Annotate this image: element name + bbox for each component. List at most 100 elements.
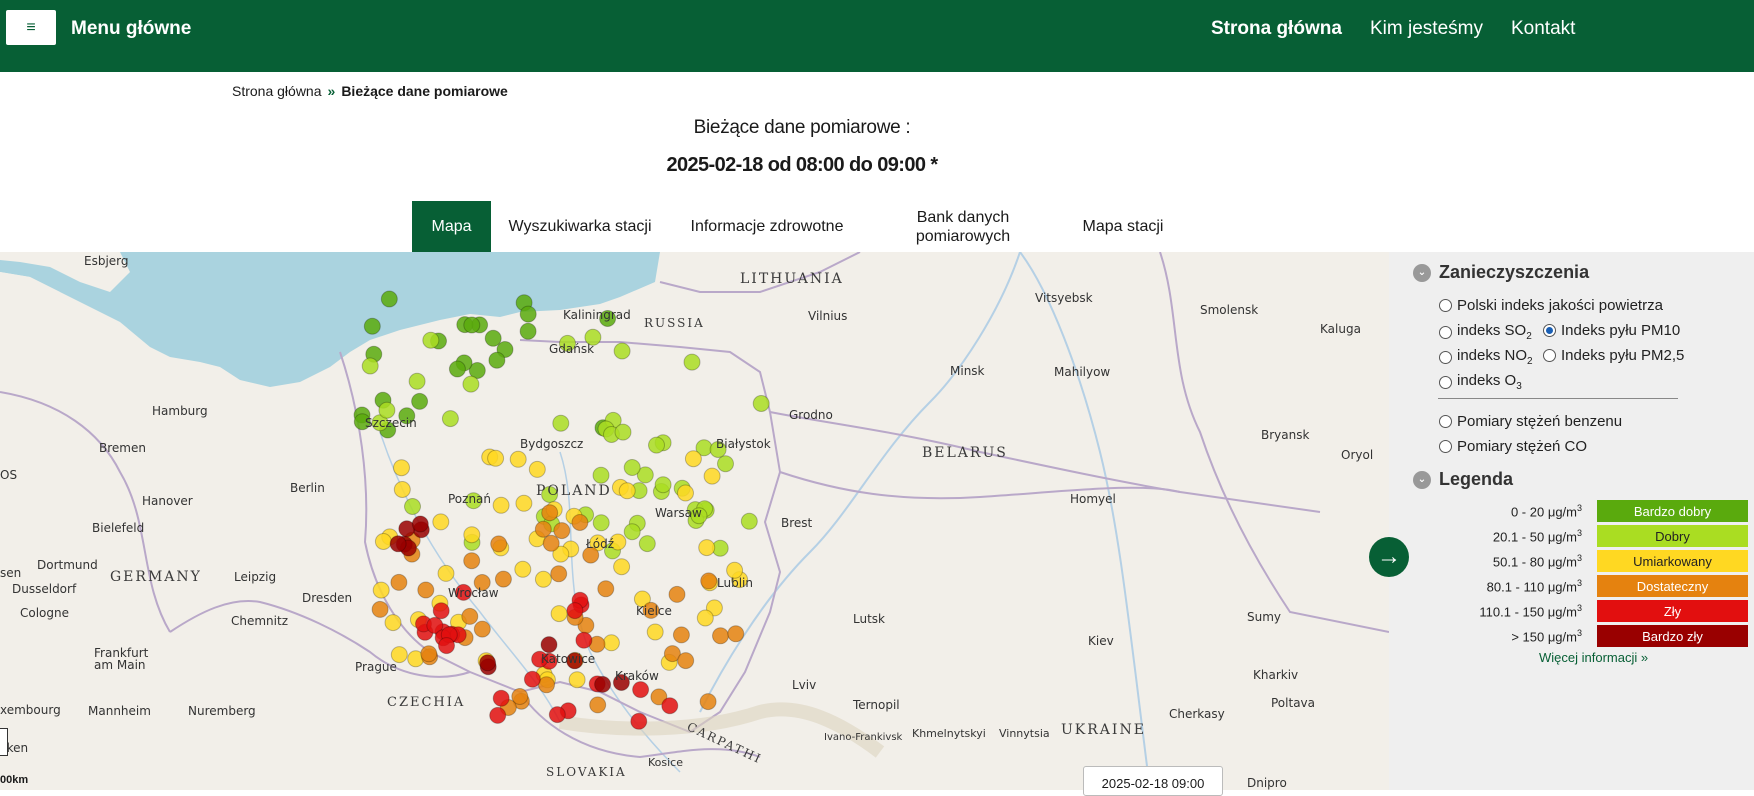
station-marker[interactable] [592,514,610,532]
option-so2[interactable]: indeks SO2 [1439,322,1532,342]
pollution-section-header[interactable]: ⌄ Zanieczyszczenia [1413,262,1589,283]
station-marker[interactable] [390,573,408,591]
station-marker[interactable] [523,670,541,688]
station-marker[interactable] [374,533,392,550]
station-marker[interactable] [411,392,429,410]
station-marker[interactable] [566,602,584,620]
station-marker[interactable] [717,455,734,473]
station-marker[interactable] [463,316,481,334]
station-marker[interactable] [668,585,686,603]
radio-o3[interactable] [1439,375,1452,389]
radio-so2[interactable] [1439,325,1452,339]
station-marker[interactable] [638,535,656,553]
station-marker[interactable] [623,459,641,476]
station-marker[interactable] [461,607,479,625]
air-quality-map[interactable]: Esbjerg LITHUANIA Vitsyebsk Smolensk Kal… [0,252,1389,790]
station-marker[interactable] [542,534,560,552]
station-marker[interactable] [672,626,690,644]
station-marker[interactable] [727,625,745,643]
nav-about[interactable]: Kim jesteśmy [1370,18,1483,40]
breadcrumb-home[interactable]: Strona główna [232,83,322,99]
station-marker[interactable] [696,609,714,627]
station-marker[interactable] [380,290,398,308]
station-marker[interactable] [479,654,497,672]
station-marker[interactable] [384,614,402,632]
station-marker[interactable] [597,580,615,598]
hamburger-menu-button[interactable]: ≡ [6,10,56,45]
tab-station-search[interactable]: Wyszukiwarka stacji [500,201,660,252]
tab-health-info[interactable]: Informacje zdrowotne [678,201,856,252]
station-marker[interactable] [571,514,589,531]
radio-no2[interactable] [1439,350,1452,364]
nav-home[interactable]: Strona główna [1211,18,1342,40]
station-marker[interactable] [698,539,716,557]
map-zoom-control[interactable] [0,728,8,756]
station-marker[interactable] [492,496,510,514]
station-marker[interactable] [420,645,438,663]
station-marker[interactable] [361,357,379,375]
radio-polish-index[interactable] [1439,299,1452,312]
radio-benzene[interactable] [1439,415,1452,428]
station-marker[interactable] [613,558,631,576]
station-marker[interactable] [473,620,491,638]
station-marker[interactable] [494,570,512,588]
tab-station-map[interactable]: Mapa stacji [1070,201,1176,252]
station-marker[interactable] [568,671,586,689]
station-marker[interactable] [553,522,571,540]
station-marker[interactable] [699,693,717,711]
station-marker[interactable] [519,305,537,323]
station-marker[interactable] [509,450,527,468]
tab-map[interactable]: Mapa [412,201,491,252]
station-marker[interactable] [363,317,381,335]
next-arrow-button[interactable]: → [1369,537,1409,577]
station-marker[interactable] [463,552,481,570]
station-marker[interactable] [541,504,559,522]
station-marker[interactable] [594,675,612,693]
option-polish-index[interactable]: Polski indeks jakości powietrza [1439,297,1663,314]
station-marker[interactable] [514,560,532,578]
option-no2[interactable]: indeks NO2 [1439,347,1533,367]
option-o3[interactable]: indeks O3 [1439,372,1522,392]
station-marker[interactable] [437,564,455,582]
station-marker[interactable] [614,423,632,441]
station-marker[interactable] [677,652,695,670]
station-marker[interactable] [684,450,702,468]
station-marker[interactable] [463,526,481,544]
station-marker[interactable] [592,466,610,484]
radio-pm25[interactable] [1543,349,1556,362]
station-marker[interactable] [432,513,450,531]
station-marker[interactable] [540,636,558,654]
station-marker[interactable] [548,706,566,724]
station-marker[interactable] [712,627,729,645]
station-marker[interactable] [489,706,507,724]
station-marker[interactable] [417,581,435,599]
station-marker[interactable] [448,360,466,378]
station-marker[interactable] [740,512,758,530]
station-marker[interactable] [552,414,570,432]
station-marker[interactable] [462,375,480,393]
station-marker[interactable] [441,410,459,428]
station-marker[interactable] [613,342,631,360]
station-marker[interactable] [700,572,718,590]
station-marker[interactable] [393,459,410,477]
station-marker[interactable] [528,460,546,478]
station-marker[interactable] [534,520,552,538]
station-marker[interactable] [422,331,440,349]
station-marker[interactable] [575,631,593,649]
station-marker[interactable] [519,322,537,340]
option-co[interactable]: Pomiary stężeń CO [1439,438,1587,455]
legend-section-header[interactable]: ⌄ Legenda [1413,469,1513,490]
radio-pm10[interactable] [1543,324,1556,337]
station-marker[interactable] [404,498,421,515]
station-marker[interactable] [488,351,506,369]
station-marker[interactable] [589,696,607,714]
station-marker[interactable] [752,395,770,412]
station-marker[interactable] [490,535,508,553]
station-marker[interactable] [618,482,636,500]
station-marker[interactable] [484,329,502,347]
station-marker[interactable] [654,476,672,494]
station-marker[interactable] [393,481,411,498]
option-pm10[interactable]: Indeks pyłu PM10 [1543,322,1680,339]
more-info-link[interactable]: Więcej informacji » [1539,650,1648,665]
station-marker[interactable] [602,634,620,652]
